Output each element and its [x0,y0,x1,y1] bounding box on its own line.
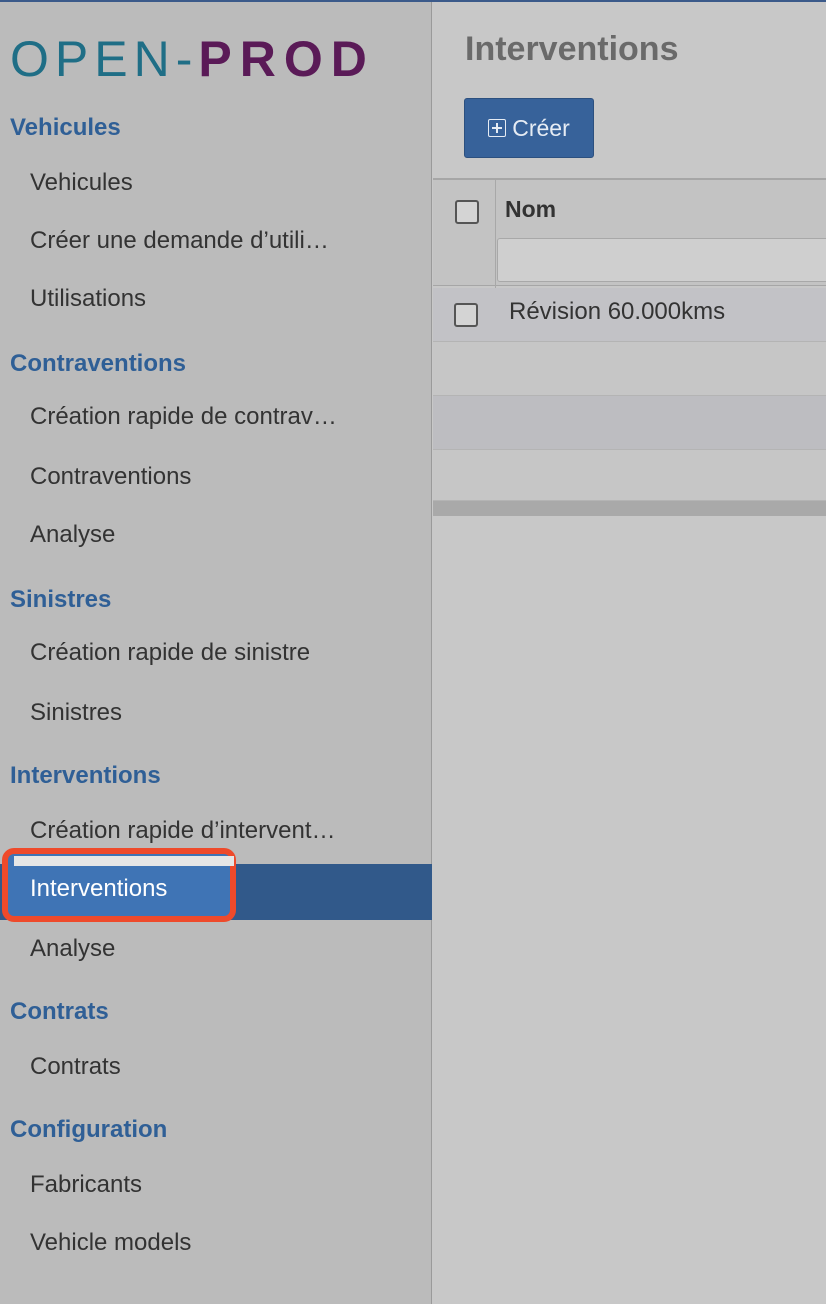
sidebar-item-creation-intervention[interactable]: Création rapide d’intervent… [30,817,336,845]
table-footer-bar [433,501,826,516]
table-row-empty [433,396,826,450]
sidebar-item-vehicle-models[interactable]: Vehicle models [30,1229,191,1257]
logo-part-prod: PROD [198,31,375,87]
select-all-checkbox[interactable] [455,200,479,224]
section-title-vehicules[interactable]: Vehicules [10,114,121,142]
column-header-nom[interactable]: Nom [505,196,556,223]
table-row-empty [433,450,826,501]
table-header: Nom [433,178,826,288]
sidebar: OPEN-PROD Vehicules Vehicules Créer une … [0,2,432,1304]
table-row-empty [433,342,826,396]
sidebar-item-fabricants[interactable]: Fabricants [30,1171,142,1199]
sidebar-item-vehicules[interactable]: Vehicules [30,169,133,197]
section-title-configuration[interactable]: Configuration [10,1116,167,1144]
sidebar-item-contrats[interactable]: Contrats [30,1053,121,1081]
sidebar-item-sinistres[interactable]: Sinistres [30,699,122,727]
sidebar-item-creation-contravention[interactable]: Création rapide de contrav… [30,403,337,431]
sidebar-item-contraventions-analyse[interactable]: Analyse [30,521,115,549]
section-title-contrats[interactable]: Contrats [10,998,109,1026]
column-divider [495,180,496,288]
section-title-interventions[interactable]: Interventions [10,762,161,790]
main-content: Interventions Créer Nom Révision 60.000k… [433,2,826,1304]
page-title: Interventions [465,30,679,68]
section-title-sinistres[interactable]: Sinistres [10,586,111,614]
logo-part-open: OPEN- [10,31,199,87]
column-filter-input[interactable] [497,238,826,282]
sidebar-item-utilisations[interactable]: Utilisations [30,285,146,313]
sidebar-item-creation-sinistre[interactable]: Création rapide de sinistre [30,639,310,667]
plus-square-icon [488,119,507,137]
highlight-box-top [14,856,234,866]
brand-logo[interactable]: OPEN-PROD [10,32,375,86]
create-button[interactable]: Créer [464,98,594,158]
sidebar-item-contraventions[interactable]: Contraventions [30,463,191,491]
table-row[interactable]: Révision 60.000kms [433,288,826,342]
sidebar-item-demande-utilisation[interactable]: Créer une demande d’utili… [30,227,329,255]
create-button-label: Créer [512,114,570,141]
sidebar-item-interventions[interactable]: Interventions [30,875,167,903]
row-name-cell[interactable]: Révision 60.000kms [509,298,725,326]
section-title-contraventions[interactable]: Contraventions [10,350,186,378]
sidebar-item-interventions-analyse[interactable]: Analyse [30,935,115,963]
row-checkbox[interactable] [454,303,478,327]
